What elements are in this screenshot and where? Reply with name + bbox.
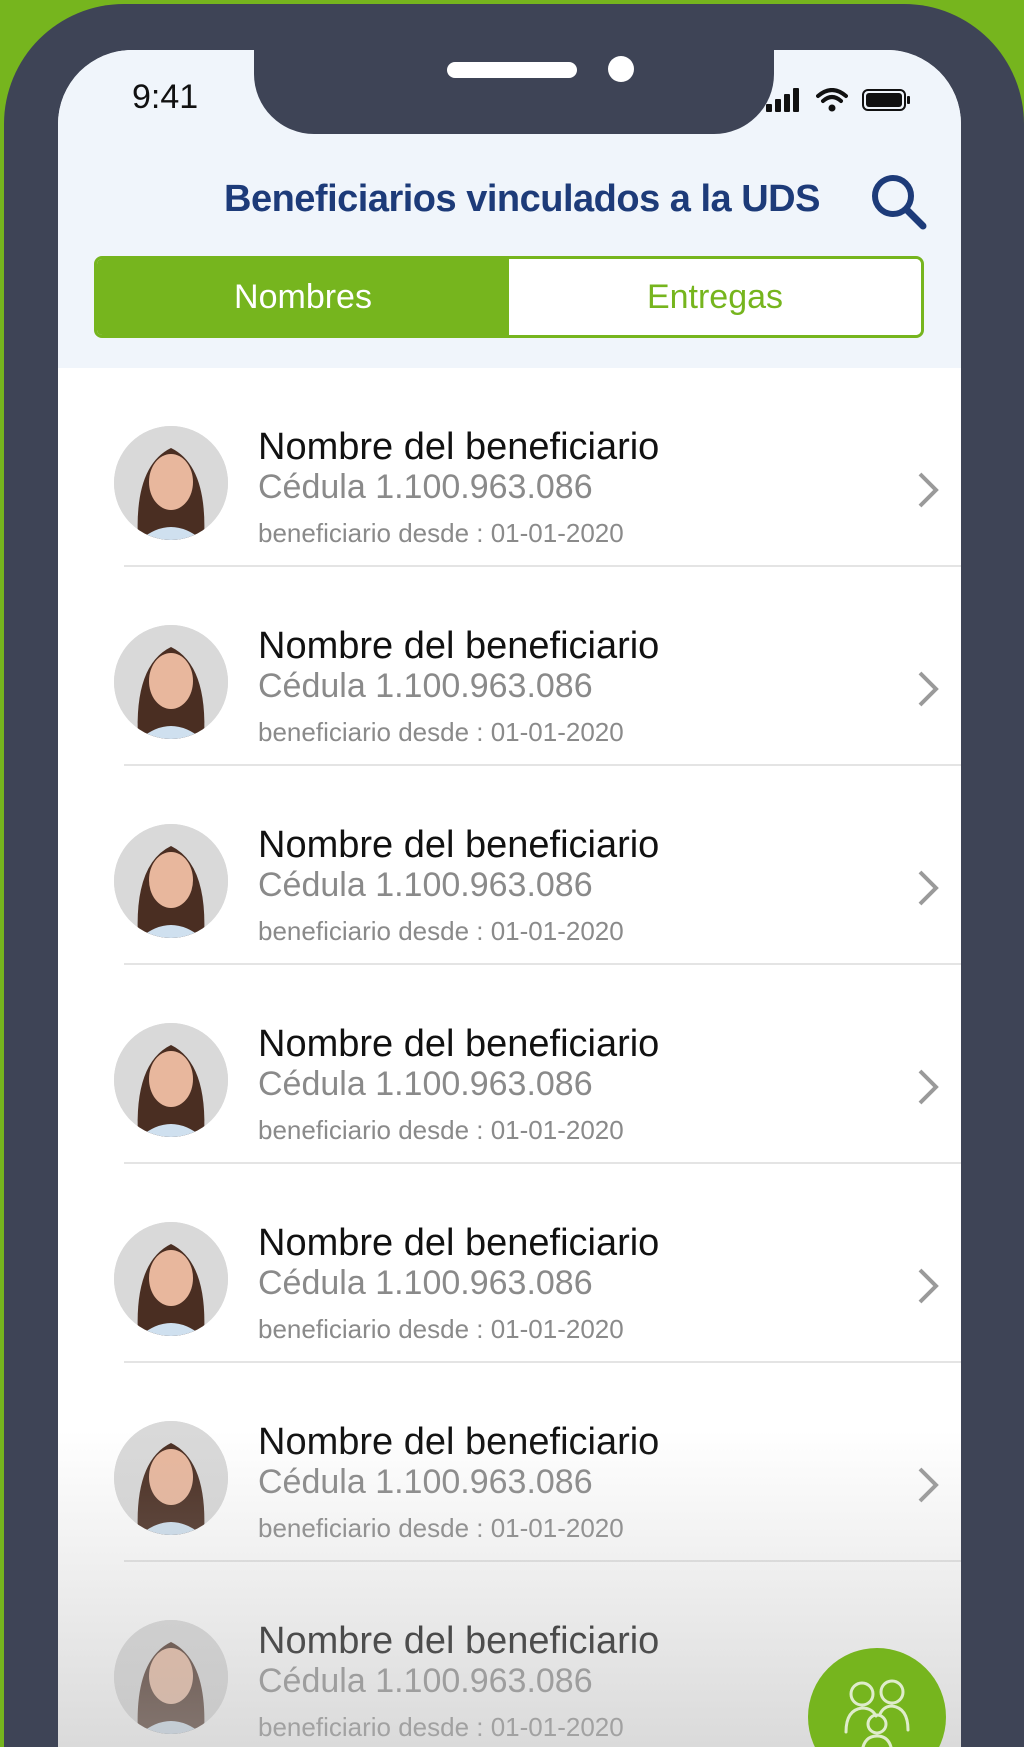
beneficiary-name: Nombre del beneficiario: [258, 1222, 660, 1264]
app-screen: 9:41 Beneficiarios vinculados a la UDS N…: [58, 50, 961, 1747]
beneficiary-id: Cédula 1.100.963.086: [258, 1662, 593, 1700]
beneficiary-id: Cédula 1.100.963.086: [258, 667, 593, 705]
family-icon: [844, 1679, 910, 1747]
beneficiary-name: Nombre del beneficiario: [258, 426, 660, 468]
list-item[interactable]: Nombre del beneficiario Cédula 1.100.963…: [58, 766, 961, 965]
list-item[interactable]: Nombre del beneficiario Cédula 1.100.963…: [58, 567, 961, 766]
list-item[interactable]: Nombre del beneficiario Cédula 1.100.963…: [58, 965, 961, 1164]
avatar: [114, 426, 228, 540]
battery-icon: [862, 89, 910, 111]
beneficiary-list: Nombre del beneficiario Cédula 1.100.963…: [58, 368, 961, 1747]
chevron-right-icon: [918, 671, 939, 707]
speaker-grille: [447, 62, 577, 78]
search-button[interactable]: [867, 170, 933, 236]
beneficiary-name: Nombre del beneficiario: [258, 1023, 660, 1065]
beneficiary-since: beneficiario desde : 01-01-2020: [258, 518, 624, 548]
beneficiary-id: Cédula 1.100.963.086: [258, 1463, 593, 1501]
list-item[interactable]: Nombre del beneficiario Cédula 1.100.963…: [58, 1164, 961, 1363]
chevron-right-icon: [918, 870, 939, 906]
phone-frame: 9:41 Beneficiarios vinculados a la UDS N…: [4, 4, 1024, 1747]
beneficiary-id: Cédula 1.100.963.086: [258, 468, 593, 506]
beneficiary-since: beneficiario desde : 01-01-2020: [258, 1115, 624, 1145]
beneficiary-since: beneficiario desde : 01-01-2020: [258, 1314, 624, 1344]
avatar: [114, 625, 228, 739]
signal-icon: [766, 88, 799, 112]
avatar: [114, 1620, 228, 1734]
status-icons: [766, 88, 912, 112]
avatar: [114, 1421, 228, 1535]
tab-nombres[interactable]: Nombres: [97, 259, 509, 335]
beneficiary-since: beneficiario desde : 01-01-2020: [258, 717, 624, 747]
avatar: [114, 824, 228, 938]
beneficiary-name: Nombre del beneficiario: [258, 1620, 660, 1662]
chevron-right-icon: [918, 472, 939, 508]
beneficiary-id: Cédula 1.100.963.086: [258, 1264, 593, 1302]
tab-entregas[interactable]: Entregas: [509, 259, 921, 335]
list-item[interactable]: Nombre del beneficiario Cédula 1.100.963…: [58, 1363, 961, 1562]
chevron-right-icon: [918, 1069, 939, 1105]
front-camera: [608, 56, 634, 82]
beneficiary-id: Cédula 1.100.963.086: [258, 866, 593, 904]
avatar: [114, 1222, 228, 1336]
phone-notch: [254, 50, 774, 134]
beneficiary-since: beneficiario desde : 01-01-2020: [258, 1712, 624, 1742]
beneficiary-name: Nombre del beneficiario: [258, 824, 660, 866]
beneficiary-name: Nombre del beneficiario: [258, 1421, 660, 1463]
wifi-icon: [816, 88, 848, 112]
beneficiary-since: beneficiario desde : 01-01-2020: [258, 1513, 624, 1543]
beneficiary-since: beneficiario desde : 01-01-2020: [258, 916, 624, 946]
page-title: Beneficiarios vinculados a la UDS: [224, 178, 820, 220]
list-item[interactable]: Nombre del beneficiario Cédula 1.100.963…: [58, 368, 961, 567]
beneficiary-name: Nombre del beneficiario: [258, 625, 660, 667]
chevron-right-icon: [918, 1467, 939, 1503]
tab-switcher: Nombres Entregas: [94, 256, 924, 338]
beneficiary-id: Cédula 1.100.963.086: [258, 1065, 593, 1103]
avatar: [114, 1023, 228, 1137]
status-time: 9:41: [132, 78, 199, 116]
chevron-right-icon: [918, 1268, 939, 1304]
search-icon: [872, 175, 927, 230]
